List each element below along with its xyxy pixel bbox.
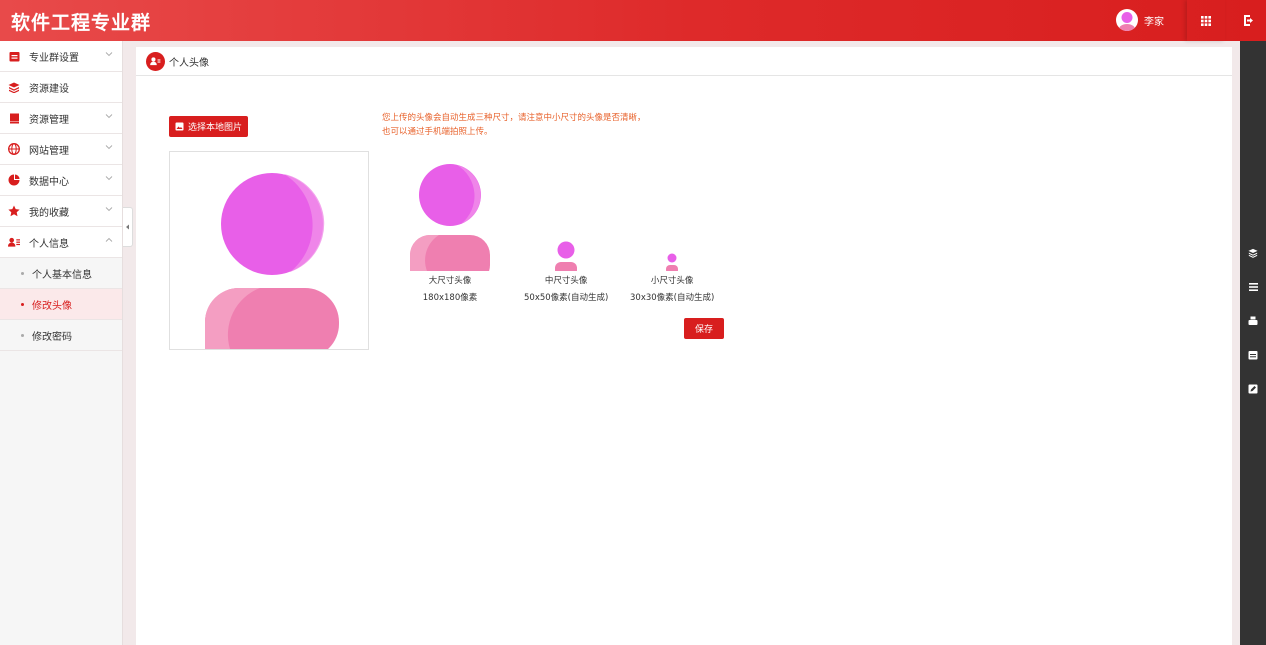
star-icon <box>8 205 20 217</box>
page-title: 个人头像 <box>169 57 209 69</box>
layers-icon[interactable] <box>1247 247 1259 259</box>
avatar-crop-area[interactable] <box>169 151 369 350</box>
grid-icon <box>1201 15 1211 26</box>
sidebar-collapse-handle[interactable] <box>123 207 133 247</box>
large-avatar-size: 180x180像素 <box>422 293 478 303</box>
bullet-dot <box>21 333 24 337</box>
bullet-dot <box>21 302 24 306</box>
medium-avatar-label: 中尺寸头像 <box>544 276 588 286</box>
sidebar-item-label: 专业群设置 <box>29 52 79 64</box>
sidebar-item-label: 资源管理 <box>29 114 69 126</box>
sidebar-subitem-label: 修改密码 <box>32 331 72 343</box>
sidebar-item-personal-info[interactable]: 个人信息 <box>0 227 122 258</box>
large-avatar-icon <box>410 164 490 271</box>
user-menu[interactable]: 李家 <box>1116 9 1164 31</box>
calendar-icon <box>8 50 20 62</box>
chevron-down-icon <box>105 52 113 57</box>
sidebar: 专业群设置 资源建设 资源管理 网站管理 数据中心 我的收藏 个人信息 个人基本… <box>0 41 123 645</box>
top-header: 软件工程专业群 李家 <box>0 0 1266 41</box>
main-content: 个人头像 选择本地图片 您上传的头像会自动生成三种尺寸，请注意中小尺寸的头像是否… <box>136 47 1232 645</box>
user-name: 李家 <box>1144 16 1164 28</box>
app-title: 软件工程专业群 <box>11 12 152 34</box>
calendar-icon[interactable] <box>1247 349 1259 361</box>
user-avatar-icon <box>1116 9 1138 31</box>
sidebar-subitem-label: 个人基本信息 <box>32 269 92 281</box>
large-avatar-label: 大尺寸头像 <box>428 276 472 286</box>
chevron-up-icon <box>105 237 113 242</box>
sidebar-item-label: 资源建设 <box>29 83 69 95</box>
small-avatar-label: 小尺寸头像 <box>650 276 694 286</box>
medium-avatar-size: 50x50像素(自动生成) <box>524 293 609 303</box>
list-icon[interactable] <box>1247 281 1259 293</box>
edit-icon[interactable] <box>1247 383 1259 395</box>
sidebar-item-resource-management[interactable]: 资源管理 <box>0 103 122 134</box>
notice-line-2: 也可以通过手机端拍照上传。 <box>382 127 493 137</box>
sidebar-subitem-change-avatar[interactable]: 修改头像 <box>0 289 122 320</box>
logout-button[interactable] <box>1230 0 1266 41</box>
sidebar-item-label: 个人信息 <box>29 238 69 250</box>
globe-icon <box>8 143 20 155</box>
chevron-down-icon <box>105 114 113 119</box>
pie-chart-icon <box>8 174 20 186</box>
save-button[interactable]: 保存 <box>684 318 724 339</box>
select-local-image-label: 选择本地图片 <box>188 123 243 133</box>
print-icon[interactable] <box>1247 315 1259 327</box>
sidebar-item-group-settings[interactable]: 专业群设置 <box>0 41 122 72</box>
book-icon <box>8 112 20 124</box>
sidebar-item-data-center[interactable]: 数据中心 <box>0 165 122 196</box>
sidebar-item-favorites[interactable]: 我的收藏 <box>0 196 122 227</box>
upload-notice: 您上传的头像会自动生成三种尺寸，请注意中小尺寸的头像是否清晰， 也可以通过手机端… <box>382 111 646 139</box>
logout-icon <box>1243 15 1253 26</box>
user-card-icon <box>8 236 20 248</box>
notice-line-1: 您上传的头像会自动生成三种尺寸，请注意中小尺寸的头像是否清晰， <box>382 113 646 123</box>
select-local-image-button[interactable]: 选择本地图片 <box>169 116 249 137</box>
small-avatar-icon <box>666 253 679 271</box>
right-toolbar <box>1240 41 1266 645</box>
sidebar-subitem-basic-info[interactable]: 个人基本信息 <box>0 258 122 289</box>
medium-avatar-preview: 中尺寸头像 50x50像素(自动生成) <box>524 241 608 305</box>
apps-button[interactable] <box>1187 0 1225 41</box>
medium-avatar-icon <box>555 241 578 271</box>
chevron-down-icon <box>105 145 113 150</box>
image-icon <box>175 122 184 131</box>
sidebar-item-label: 网站管理 <box>29 145 69 157</box>
small-avatar-size: 30x30像素(自动生成) <box>630 293 715 303</box>
sidebar-item-website-management[interactable]: 网站管理 <box>0 134 122 165</box>
layers-icon <box>8 81 20 93</box>
sidebar-item-label: 我的收藏 <box>29 207 69 219</box>
chevron-down-icon <box>105 176 113 181</box>
bullet-dot <box>21 271 24 275</box>
caret-left-icon <box>126 224 129 230</box>
small-avatar-preview: 小尺寸头像 30x30像素(自动生成) <box>630 253 714 305</box>
large-avatar-preview: 大尺寸头像 180x180像素 <box>409 163 491 305</box>
user-card-icon <box>146 51 165 71</box>
sidebar-item-resource-building[interactable]: 资源建设 <box>0 72 122 103</box>
chevron-down-icon <box>105 207 113 212</box>
default-avatar-icon <box>205 173 339 349</box>
breadcrumb: 个人头像 <box>136 47 1232 76</box>
sidebar-subitem-change-password[interactable]: 修改密码 <box>0 320 122 351</box>
sidebar-item-label: 数据中心 <box>29 176 69 188</box>
sidebar-subitem-label: 修改头像 <box>32 300 72 312</box>
